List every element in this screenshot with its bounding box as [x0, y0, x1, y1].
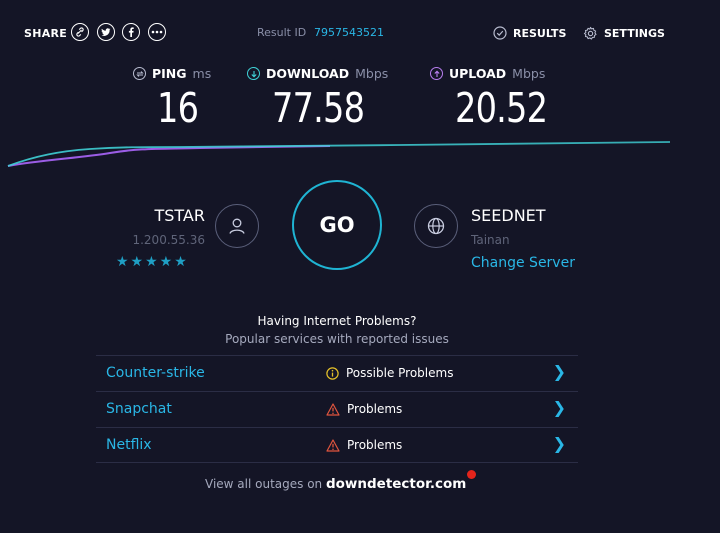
download-value: 77.58 [272, 84, 365, 132]
download-header: DOWNLOAD Mbps [247, 66, 388, 81]
more-icon[interactable] [148, 23, 166, 41]
alert-dot-icon [467, 470, 477, 479]
service-name[interactable]: Snapchat [106, 401, 172, 417]
upload-header: UPLOAD Mbps [430, 66, 545, 81]
downdetector-brand[interactable]: downdetector.com [326, 476, 466, 492]
globe-icon [414, 204, 458, 248]
result-id-link[interactable]: 7957543521 [314, 26, 384, 39]
ping-unit: ms [192, 66, 212, 81]
problem-row[interactable]: Counter-strike Possible Problems ❯ [96, 355, 578, 391]
server-city: Tainan [471, 233, 510, 247]
service-name[interactable]: Netflix [106, 437, 152, 453]
chevron-right-icon[interactable]: ❯ [553, 398, 566, 417]
ping-icon [133, 67, 146, 80]
go-button[interactable]: GO [292, 180, 382, 270]
service-status: Problems [326, 402, 402, 416]
results-label: RESULTS [513, 26, 567, 40]
upload-unit: Mbps [512, 66, 546, 81]
problems-title: Having Internet Problems? [257, 314, 417, 328]
check-circle-icon [493, 26, 507, 40]
twitter-icon[interactable] [97, 23, 115, 41]
facebook-icon[interactable] [122, 23, 140, 41]
settings-label: SETTINGS [604, 27, 665, 40]
warning-icon [326, 402, 340, 416]
download-label: DOWNLOAD [266, 66, 350, 81]
ping-header: PING ms [133, 66, 211, 81]
service-status-text: Possible Problems [346, 366, 454, 380]
user-icon [215, 204, 259, 248]
isp-name: TSTAR [154, 206, 205, 225]
isp-rating-stars[interactable]: ★★★★★ [116, 254, 189, 270]
change-server-link[interactable]: Change Server [471, 255, 575, 271]
results-button[interactable]: RESULTS [493, 26, 566, 40]
upload-value: 20.52 [455, 84, 548, 132]
upload-graph-line [7, 145, 331, 167]
service-name[interactable]: Counter-strike [106, 365, 205, 381]
service-status: Problems [326, 438, 402, 452]
footer-prefix: View all outages on [205, 477, 323, 491]
info-icon [326, 366, 339, 380]
downdetector-footer[interactable]: View all outages on downdetector.com [205, 470, 477, 492]
service-status-text: Problems [347, 438, 403, 452]
service-status: Possible Problems [326, 366, 453, 380]
settings-button[interactable]: SETTINGS [583, 26, 665, 41]
gear-icon [583, 26, 597, 40]
result-id-label: Result ID [257, 26, 307, 39]
chevron-right-icon[interactable]: ❯ [553, 362, 566, 381]
upload-arrow-icon [430, 67, 443, 80]
warning-icon [326, 438, 340, 452]
share-label: SHARE [24, 27, 68, 40]
ping-label: PING [152, 66, 187, 81]
problem-row[interactable]: Netflix Problems ❯ [96, 427, 578, 463]
speed-graph [7, 141, 671, 167]
ping-value: 16 [157, 84, 199, 132]
server-name: SEEDNET [471, 206, 546, 225]
download-arrow-icon [247, 67, 260, 80]
problem-row[interactable]: Snapchat Problems ❯ [96, 391, 578, 427]
problems-subtitle: Popular services with reported issues [225, 332, 449, 346]
download-unit: Mbps [355, 66, 389, 81]
link-icon[interactable] [71, 23, 89, 41]
isp-ip: 1.200.55.36 [132, 233, 205, 247]
chevron-right-icon[interactable]: ❯ [553, 434, 566, 453]
upload-label: UPLOAD [449, 66, 507, 81]
service-status-text: Problems [347, 402, 403, 416]
